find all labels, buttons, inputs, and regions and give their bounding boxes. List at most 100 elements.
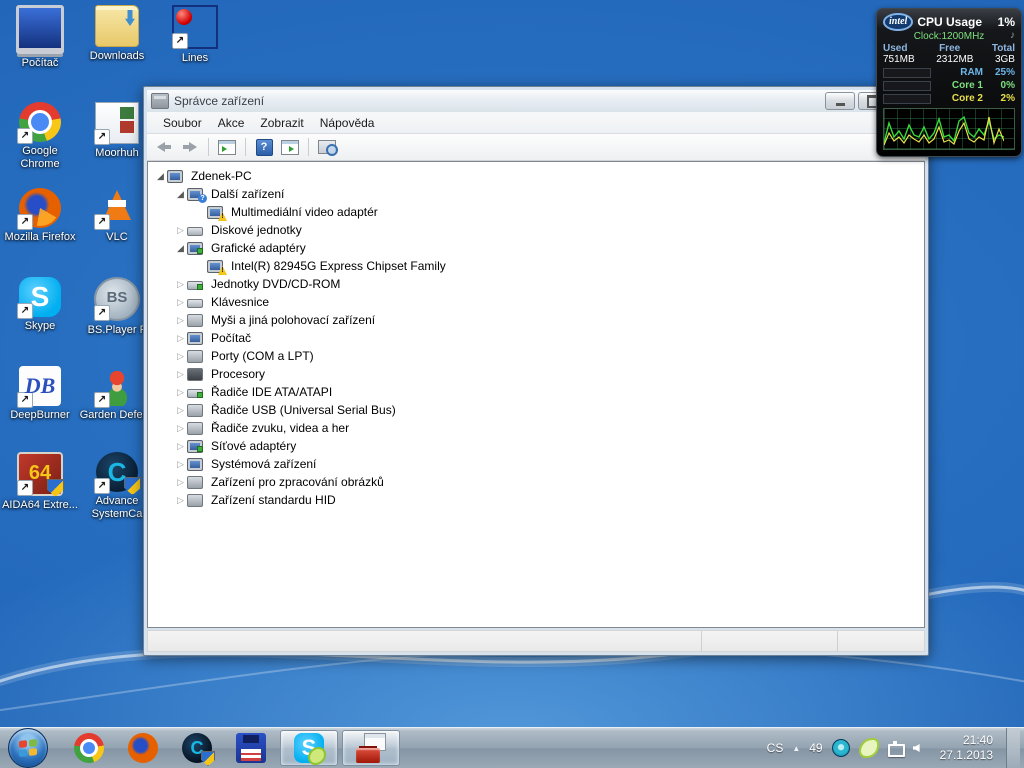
back-button[interactable] [153, 137, 175, 157]
uac-shield-icon [201, 751, 215, 766]
tree-item[interactable]: ▷ Jednotky DVD/CD-ROM [152, 275, 924, 293]
desktop-icon-aida64-extreme[interactable]: ↗ AIDA64 Extre... [2, 452, 78, 512]
tree-expander-icon[interactable]: ▷ [174, 365, 187, 383]
menu-item-akce[interactable]: Akce [210, 114, 253, 132]
deepburner-icon: ↗ [17, 366, 61, 408]
hid-device-icon [187, 493, 204, 507]
tree-item[interactable]: ▷ Zařízení standardu HID [152, 491, 924, 509]
window-titlebar[interactable]: Správce zařízení × [147, 90, 925, 112]
tree-item[interactable]: ▷ Zařízení pro zpracování obrázků [152, 473, 924, 491]
menu-bar: Soubor Akce Zobrazit Nápověda [147, 112, 925, 134]
tree-item[interactable]: Intel(R) 82945G Express Chipset Family [152, 257, 924, 275]
firefox-taskbar[interactable] [116, 728, 170, 768]
tree-expander-icon[interactable]: ▷ [174, 437, 187, 455]
tree-item[interactable]: ◢ Zdenek-PC [152, 167, 924, 185]
device-manager-taskbar[interactable] [342, 730, 400, 766]
show-console-tree-button[interactable] [216, 137, 238, 157]
tree-expander-icon[interactable]: ▷ [174, 455, 187, 473]
tree-item[interactable]: ▷ Diskové jednotky [152, 221, 924, 239]
tree-expander-icon[interactable]: ▷ [174, 311, 187, 329]
tree-expander-icon[interactable]: ◢ [174, 239, 187, 257]
clock[interactable]: 21:40 27.1.2013 [940, 733, 993, 763]
tray-counter[interactable]: 49 [809, 741, 822, 755]
downloads-icon [95, 5, 139, 47]
processor-icon [187, 367, 204, 381]
moorhuhn-icon: ↗ [94, 102, 139, 145]
tree-expander-icon[interactable]: ▷ [174, 401, 187, 419]
tree-item-label: Řadiče zvuku, videa a her [211, 421, 350, 435]
desktop-icon-label: DeepBurner [10, 409, 70, 421]
systemcare-taskbar[interactable] [170, 728, 224, 768]
tree-item[interactable]: ▷ Myši a jiná polohovací zařízení [152, 311, 924, 329]
lines-icon: ↗ [172, 5, 218, 49]
desktop-icon-skype[interactable]: ↗Skype [2, 277, 78, 333]
help-button[interactable]: ? [253, 137, 275, 157]
tree-item[interactable]: ◢ Grafické adaptéry [152, 239, 924, 257]
show-hidden-icons-button[interactable]: ▲ [792, 744, 800, 753]
network-icon[interactable] [887, 741, 905, 757]
tree-item-label: Klávesnice [211, 295, 270, 309]
bs-player-icon: ↗ [94, 277, 140, 321]
menu-item-soubor[interactable]: Soubor [155, 114, 210, 132]
tree-expander-icon[interactable]: ◢ [174, 185, 187, 203]
tree-item[interactable]: ◢? Další zařízení [152, 185, 924, 203]
asc-icon [182, 733, 215, 766]
minimize-button[interactable] [825, 92, 855, 110]
cpu-clock: Clock:1200MHz [913, 31, 985, 42]
show-desktop-button[interactable] [1006, 728, 1020, 768]
video-device-icon [207, 205, 227, 221]
desktop-icon-google-chrome[interactable]: ↗ Google Chrome [2, 102, 78, 171]
windows-logo-icon [19, 739, 37, 757]
desktop-icon-lines[interactable]: ↗ Lines [157, 5, 233, 65]
start-button[interactable] [8, 728, 48, 768]
desktop-icon-mozilla-firefox[interactable]: ↗ Mozilla Firefox [2, 188, 78, 244]
ports-icon [187, 349, 204, 363]
gadget-row-ram: RAM 25% [883, 67, 1015, 78]
tree-expander-icon[interactable]: ▷ [174, 221, 187, 239]
tree-item[interactable]: ▷ Řadiče zvuku, videa a her [152, 419, 924, 437]
export-list-button[interactable] [279, 137, 301, 157]
device-tree: ◢ Zdenek-PC ◢? Další zařízení Multimediální … [147, 161, 925, 628]
desktop-icon-deepburner[interactable]: ↗DeepBurner [2, 366, 78, 422]
tree-expander-icon[interactable]: ▷ [174, 473, 187, 491]
tree-expander-icon[interactable]: ▷ [174, 419, 187, 437]
menu-item-nápověda[interactable]: Nápověda [312, 114, 383, 132]
question-badge-icon: ? [198, 194, 207, 203]
tree-expander-icon[interactable]: ◢ [154, 167, 167, 185]
tree-expander-icon[interactable]: ▷ [174, 491, 187, 509]
status-eye-icon[interactable] [831, 739, 850, 757]
scan-hardware-changes-button[interactable] [316, 137, 338, 157]
tree-expander-icon[interactable]: ▷ [174, 347, 187, 365]
desktop-icon-downloads[interactable]: Downloads [79, 5, 155, 63]
tree-item[interactable]: Multimediální video adaptér [152, 203, 924, 221]
mem-total-header: Total [991, 43, 1015, 54]
floppy-taskbar[interactable] [224, 728, 278, 768]
forward-button[interactable] [179, 137, 201, 157]
tree-item[interactable]: ▷ Klávesnice [152, 293, 924, 311]
tree-expander-icon[interactable]: ▷ [174, 329, 187, 347]
tree-item[interactable]: ▷ Systémová zařízení [152, 455, 924, 473]
system-device-icon [187, 457, 204, 471]
tree-item[interactable]: ▷ Řadiče USB (Universal Serial Bus) [152, 401, 924, 419]
skype-taskbar[interactable] [280, 730, 338, 766]
tree-item[interactable]: ▷ Řadiče IDE ATA/ATAPI [152, 383, 924, 401]
desktop-icon-pocitac[interactable]: Počítač [2, 5, 78, 70]
ide-controller-icon [187, 385, 204, 399]
mem-free-header: Free [939, 43, 961, 54]
taskbar-apps [62, 728, 402, 768]
menu-item-zobrazit[interactable]: Zobrazit [252, 114, 311, 132]
language-indicator[interactable]: CS [767, 741, 784, 755]
cpu-usage-gadget[interactable]: intel CPU Usage 1% Clock:1200MHz ♪ Used … [876, 8, 1022, 157]
tree-item[interactable]: ▷ Síťové adaptéry [152, 437, 924, 455]
tree-item[interactable]: ▷ Procesory [152, 365, 924, 383]
tree-expander-icon[interactable]: ▷ [174, 293, 187, 311]
tree-item[interactable]: ▷ Počítač [152, 329, 924, 347]
unknown-device-icon: ? [187, 187, 207, 203]
volume-icon[interactable] [912, 744, 920, 752]
chrome-taskbar[interactable] [62, 728, 116, 768]
tree-expander-icon[interactable]: ▷ [174, 383, 187, 401]
green-status-icon[interactable] [858, 738, 879, 758]
mem-used-header: Used [883, 43, 908, 54]
tree-item[interactable]: ▷ Porty (COM a LPT) [152, 347, 924, 365]
tree-expander-icon[interactable]: ▷ [174, 275, 187, 293]
